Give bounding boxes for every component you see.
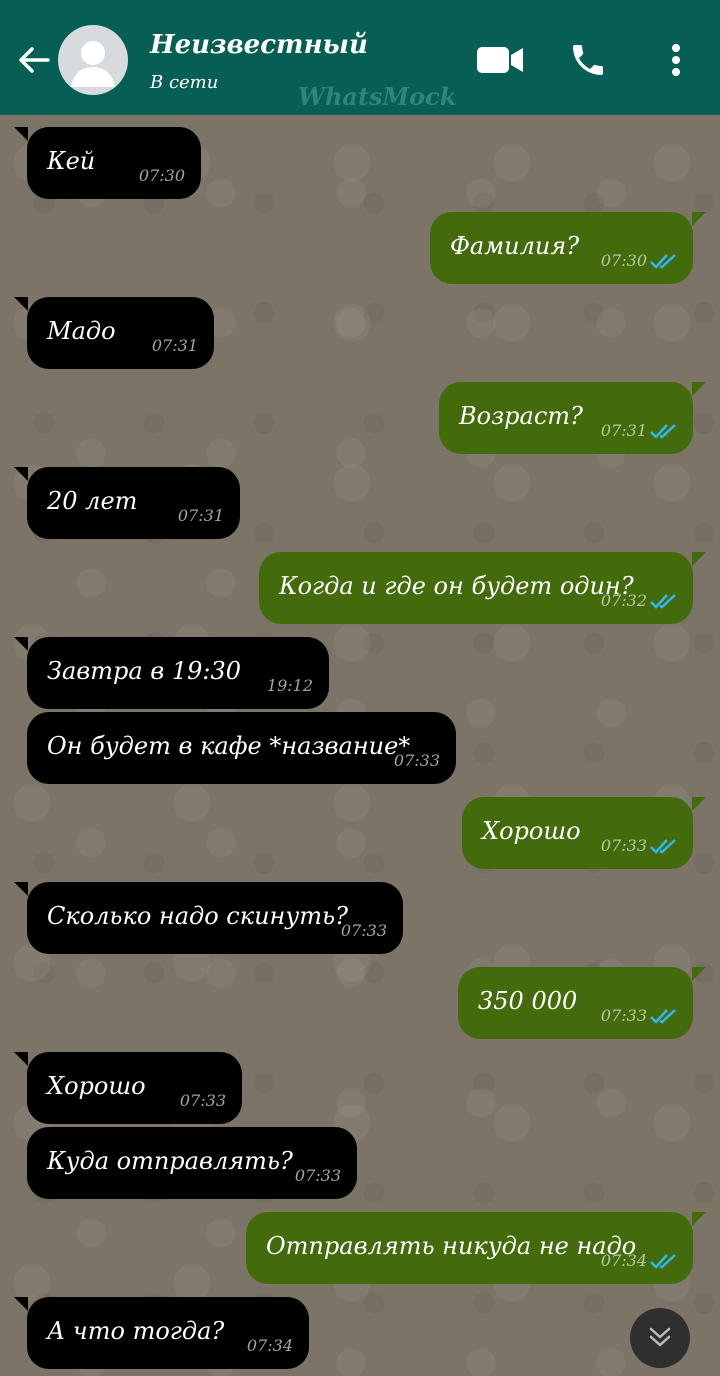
- more-vertical-icon[interactable]: [650, 34, 702, 86]
- message-text: 350 000: [478, 987, 578, 1015]
- read-ticks-icon: [650, 424, 676, 439]
- message-text: Он будет в кафе *название*: [47, 732, 411, 760]
- message-time: 07:30: [138, 166, 185, 185]
- message-time: 07:31: [600, 421, 647, 440]
- read-ticks-icon: [650, 1009, 676, 1024]
- incoming-message[interactable]: Кей 07:30: [14, 127, 201, 199]
- message-text: Хорошо: [482, 817, 581, 845]
- message-time: 07:32: [600, 591, 647, 610]
- read-ticks-icon: [650, 254, 676, 269]
- incoming-message[interactable]: Хорошо 07:33: [14, 1052, 242, 1124]
- chat-header: Неизвестный В сети WhatsMock: [0, 0, 720, 115]
- avatar[interactable]: [58, 25, 128, 95]
- phone-icon[interactable]: [562, 34, 614, 86]
- message-time: 07:34: [600, 1251, 647, 1270]
- incoming-message[interactable]: Куда отправлять? 07:33: [27, 1127, 357, 1199]
- message-time: 07:31: [177, 506, 224, 525]
- watermark: WhatsMock: [298, 82, 457, 111]
- read-ticks-icon: [650, 839, 676, 854]
- outgoing-message[interactable]: Фамилия? 07:30: [430, 212, 706, 284]
- message-text: Хорошо: [47, 1072, 146, 1100]
- incoming-message[interactable]: Завтра в 19:30 19:12: [14, 637, 329, 709]
- message-text: Куда отправлять?: [47, 1147, 293, 1175]
- message-text: 20 лет: [47, 487, 138, 515]
- message-text: Завтра в 19:30: [47, 657, 242, 685]
- contact-status: В сети: [150, 72, 219, 93]
- incoming-message[interactable]: Сколько надо скинуть? 07:33: [14, 882, 403, 954]
- message-time: 07:33: [600, 1006, 647, 1025]
- outgoing-message[interactable]: Отправлять никуда не надо 07:34: [246, 1212, 706, 1284]
- outgoing-message[interactable]: 350 000 07:33: [458, 967, 706, 1039]
- message-time: 07:33: [294, 1166, 341, 1185]
- message-text: Мадо: [47, 317, 116, 345]
- back-arrow-icon[interactable]: [14, 40, 54, 80]
- scroll-to-bottom-button[interactable]: [630, 1308, 690, 1368]
- message-text: Фамилия?: [450, 232, 580, 260]
- message-time: 07:33: [179, 1091, 226, 1110]
- incoming-message[interactable]: 20 лет 07:31: [14, 467, 240, 539]
- outgoing-message[interactable]: Возраст? 07:31: [439, 382, 706, 454]
- message-time: 07:33: [600, 836, 647, 855]
- message-time: 07:31: [151, 336, 198, 355]
- incoming-message[interactable]: Мадо 07:31: [14, 297, 214, 369]
- message-time: 07:33: [393, 751, 440, 770]
- message-text: Сколько надо скинуть?: [47, 902, 348, 930]
- message-time: 07:33: [340, 921, 387, 940]
- contact-name[interactable]: Неизвестный: [150, 30, 368, 60]
- video-camera-icon[interactable]: [474, 34, 526, 86]
- message-time: 07:30: [600, 251, 647, 270]
- read-ticks-icon: [650, 594, 676, 609]
- message-text: Возраст?: [459, 402, 583, 430]
- incoming-message[interactable]: Он будет в кафе *название* 07:33: [27, 712, 456, 784]
- message-time: 07:34: [246, 1336, 293, 1355]
- incoming-message[interactable]: А что тогда? 07:34: [14, 1297, 309, 1369]
- read-ticks-icon: [650, 1254, 676, 1269]
- outgoing-message[interactable]: Хорошо 07:33: [462, 797, 706, 869]
- double-chevron-down-icon: [649, 1327, 671, 1347]
- message-text: А что тогда?: [47, 1317, 225, 1345]
- outgoing-message[interactable]: Когда и где он будет один? 07:32: [259, 552, 706, 624]
- message-text: Кей: [47, 147, 96, 175]
- message-time: 19:12: [266, 676, 313, 695]
- message-text: Отправлять никуда не надо: [266, 1232, 637, 1260]
- message-text: Когда и где он будет один?: [279, 572, 634, 600]
